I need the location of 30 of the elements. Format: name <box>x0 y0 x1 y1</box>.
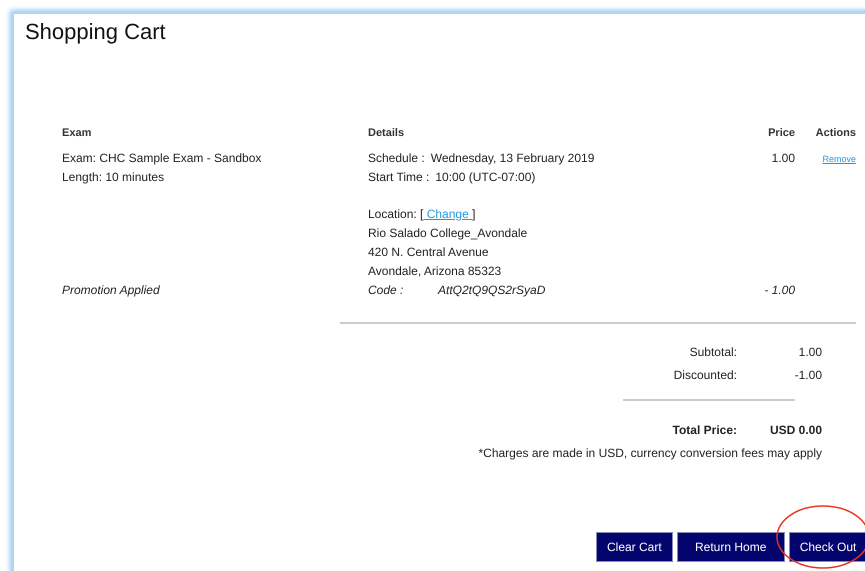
location-label: Location: [ Change ] <box>368 207 476 221</box>
field-label: Start Time : <box>368 169 430 186</box>
summary-value: 1.00 <box>798 344 822 361</box>
summary-value: -1.00 <box>794 367 822 384</box>
address-line: Rio Salado College_Avondale <box>368 225 528 242</box>
start-time-value: 10:00 (UTC-07:00) <box>435 169 536 186</box>
promotion-label: Promotion Applied <box>62 283 160 297</box>
column-header: Exam <box>62 126 92 141</box>
promo-code: AttQ2tQ9QS2rSyaD <box>438 282 546 299</box>
exam-info: Exam: CHC Sample Exam - Sandbox <box>62 150 262 167</box>
summary-label: Discounted: <box>674 367 737 384</box>
discount-value: - 1.00 <box>764 283 795 297</box>
total-label: Total Price: <box>672 422 737 439</box>
code-label: Code : <box>368 282 404 299</box>
cart-button[interactable]: Clear Cart <box>596 532 673 562</box>
address-line: Avondale, Arizona 85323 <box>368 263 502 280</box>
address-line: 420 N. Central Avenue <box>368 244 490 261</box>
currency-note: *Charges are made in USD, currency conversion fees may apply <box>478 445 822 462</box>
field-label: Schedule : <box>368 150 425 167</box>
cart-button[interactable]: Return Home <box>676 532 785 562</box>
schedule-value: Wednesday, 13 February 2019 <box>430 150 594 167</box>
column-header: Price <box>767 126 795 141</box>
summary-label: Subtotal: <box>688 344 737 361</box>
column-header: Details <box>368 126 406 141</box>
cart-button[interactable]: Check Out <box>788 532 865 562</box>
page-title: Shopping Cart <box>25 19 167 45</box>
price-value: 1.00 <box>772 151 795 165</box>
total-value: USD 0.00 <box>768 422 822 439</box>
exam-info: Length: 10 minutes <box>62 169 166 186</box>
column-header: Actions <box>814 126 856 141</box>
